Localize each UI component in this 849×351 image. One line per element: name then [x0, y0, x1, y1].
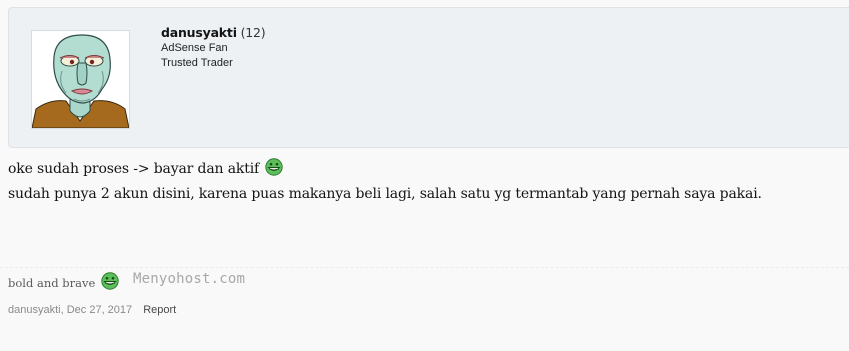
meta-date[interactable]: Dec 27, 2017: [67, 304, 132, 316]
message-text: oke sudah proses -> bayar dan aktif: [8, 161, 260, 177]
username-line: danusyakti (12): [161, 24, 266, 41]
username-link[interactable]: danusyakti: [161, 25, 237, 40]
meta-author[interactable]: danusyakti: [8, 304, 61, 316]
report-link[interactable]: Report: [143, 304, 176, 316]
user-panel: danusyakti (12) AdSense Fan Trusted Trad…: [8, 7, 849, 148]
meta-separator: ,: [60, 304, 64, 316]
post-count: (12): [240, 25, 266, 40]
signature-divider: [0, 267, 849, 268]
grin-smiley-icon: [265, 158, 284, 183]
avatar[interactable]: [31, 30, 130, 129]
signature-text: bold and brave: [8, 276, 96, 290]
grin-smiley-icon: [101, 272, 119, 296]
handsome-squidward-avatar-icon: [32, 31, 129, 128]
watermark-text: Menyohost.com: [133, 271, 246, 287]
user-title-1: AdSense Fan: [161, 42, 228, 54]
message-line: sudah punya 2 akun disini, karena puas m…: [8, 186, 762, 202]
user-info: danusyakti (12) AdSense Fan Trusted Trad…: [161, 24, 266, 71]
post-meta: danusyakti, Dec 27, 2017 Report: [8, 302, 176, 318]
message-body: oke sudah proses -> bayar dan aktif suda…: [8, 158, 762, 205]
post-page: danusyakti (12) AdSense Fan Trusted Trad…: [0, 0, 849, 351]
user-title-2: Trusted Trader: [161, 57, 233, 69]
message-line: oke sudah proses -> bayar dan aktif: [8, 158, 762, 183]
signature: bold and brave: [8, 272, 119, 296]
